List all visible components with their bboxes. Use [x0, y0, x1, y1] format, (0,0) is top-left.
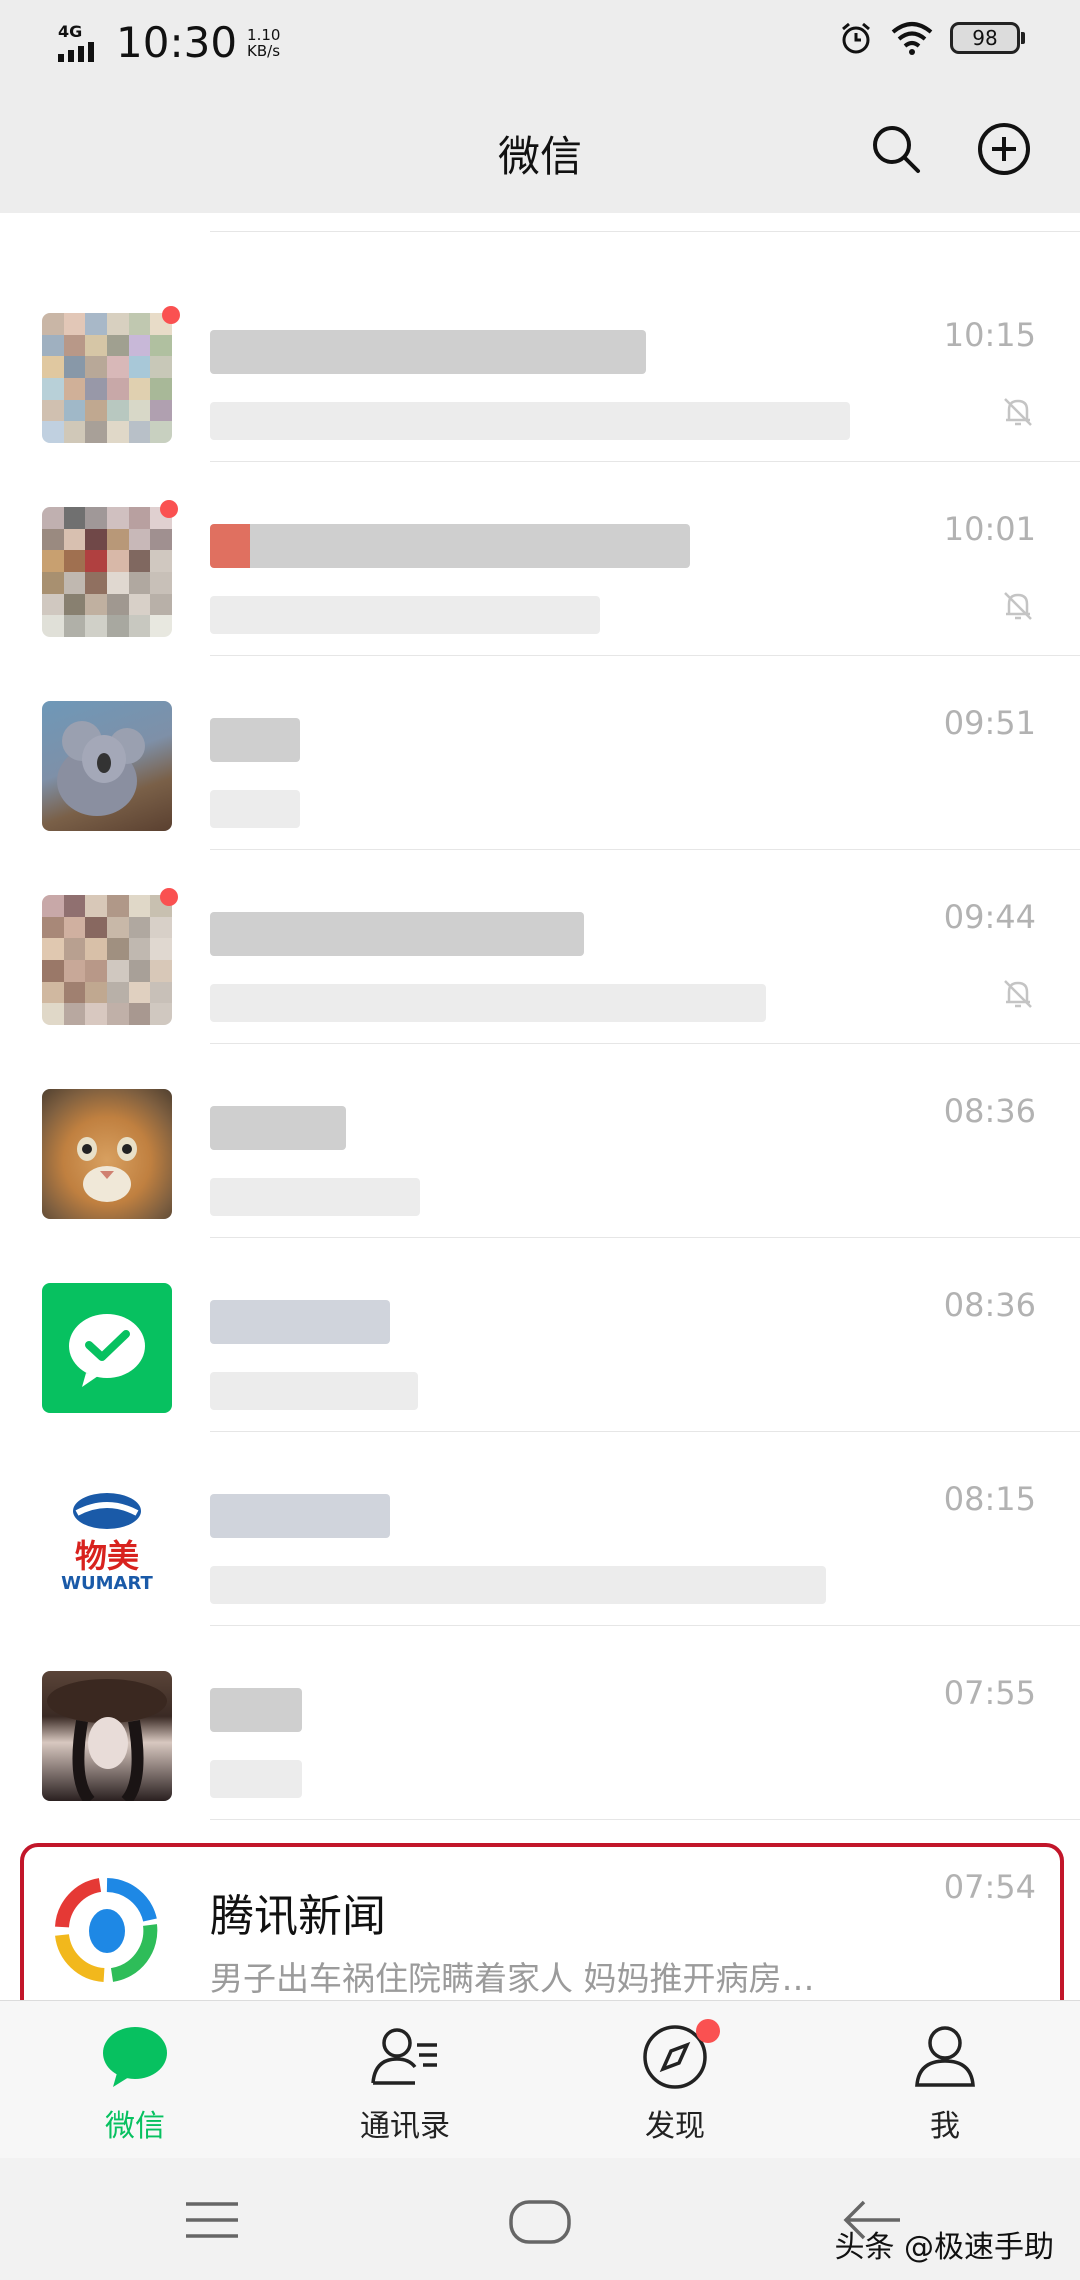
chat-name-redacted — [210, 718, 300, 762]
menu-icon[interactable] — [184, 2198, 240, 2242]
unread-dot — [160, 500, 178, 518]
chat-name-redacted — [210, 330, 646, 374]
tab-discover[interactable]: 发现 — [540, 2001, 810, 2159]
chat-time: 09:44 — [943, 898, 1036, 936]
chat-name-redacted — [210, 1494, 390, 1538]
mute-icon — [1004, 980, 1032, 1008]
chat-list[interactable]: 10:15 10:01 09:51 09:44 08:36 08:36 物美 W… — [0, 213, 1080, 2000]
group-avatar — [42, 895, 172, 1025]
speed-value: 1.10 — [247, 25, 281, 44]
cat-avatar — [42, 1089, 172, 1219]
chat-time: 07:55 — [943, 1674, 1036, 1712]
tab-label: 我 — [930, 2109, 960, 2144]
chat-row[interactable]: 08:36 — [0, 1238, 1080, 1432]
app-header: 微信 — [0, 85, 1080, 213]
contacts-icon — [371, 2028, 437, 2085]
network-speed: 1.10 KB/s — [247, 27, 280, 59]
signal-icon: 4G — [58, 22, 106, 64]
bottom-tab-bar: 微信 通讯录 发现 我 — [0, 2000, 1080, 2159]
wumart-avatar: 物美 WUMART — [42, 1477, 172, 1607]
home-icon[interactable] — [508, 2198, 572, 2246]
chat-time: 10:01 — [943, 510, 1036, 548]
chat-bubble-icon — [103, 2027, 167, 2087]
chat-time: 08:15 — [943, 1480, 1036, 1518]
tab-label: 微信 — [105, 2109, 165, 2144]
koala-avatar — [42, 701, 172, 831]
chat-row[interactable]: 08:36 — [0, 1044, 1080, 1238]
person-icon — [915, 2026, 975, 2087]
group-avatar — [42, 507, 172, 637]
chat-row[interactable]: 07:55 — [0, 1626, 1080, 1820]
status-left: 4G 10:30 1.10 KB/s — [58, 18, 280, 67]
chat-row[interactable]: 09:44 — [0, 850, 1080, 1044]
chat-row[interactable]: 09:51 — [0, 656, 1080, 850]
search-icon[interactable] — [868, 121, 924, 177]
chat-name-redacted — [210, 912, 584, 956]
chat-preview-redacted — [210, 1760, 302, 1798]
chat-preview-redacted — [210, 984, 766, 1022]
chat-time: 08:36 — [943, 1286, 1036, 1324]
chat-name-redacted — [210, 1688, 302, 1732]
tab-me[interactable]: 我 — [810, 2001, 1080, 2159]
unread-dot — [162, 306, 180, 324]
tab-chats[interactable]: 微信 — [0, 2001, 270, 2159]
unread-dot — [160, 888, 178, 906]
chat-row[interactable] — [0, 213, 1080, 232]
wifi-icon — [891, 22, 933, 55]
chat-time: 10:15 — [943, 316, 1036, 354]
chat-preview-redacted — [210, 402, 850, 440]
chat-name-redacted — [210, 1300, 390, 1344]
tab-label: 通讯录 — [360, 2109, 450, 2144]
battery-icon: 98 — [950, 22, 1025, 54]
chat-time: 09:51 — [943, 704, 1036, 742]
mute-icon — [1004, 592, 1032, 620]
wumart-logo-en: WUMART — [61, 1573, 153, 1594]
chat-preview-redacted — [210, 790, 300, 828]
mute-icon — [1004, 398, 1032, 426]
wumart-logo-cn: 物美 — [75, 1537, 139, 1575]
tab-contacts[interactable]: 通讯录 — [270, 2001, 540, 2159]
chat-row[interactable]: 物美 WUMART 08:15 — [0, 1432, 1080, 1626]
add-icon[interactable] — [976, 121, 1032, 177]
chat-preview-redacted — [210, 1178, 420, 1216]
alarm-icon — [842, 22, 870, 54]
woman-avatar — [42, 1671, 172, 1801]
chat-name-redacted — [210, 524, 690, 568]
chat-preview-redacted — [210, 596, 600, 634]
group-avatar — [42, 313, 172, 443]
status-bar: 4G 10:30 1.10 KB/s 98 — [0, 0, 1080, 85]
chat-row[interactable]: 10:01 — [0, 462, 1080, 656]
highlight-box — [20, 1843, 1064, 2000]
chat-time: 08:36 — [943, 1092, 1036, 1130]
chat-preview-redacted — [210, 1566, 826, 1604]
chat-row[interactable]: 10:15 — [0, 268, 1080, 462]
network-type: 4G — [58, 21, 83, 41]
tab-label: 发现 — [645, 2109, 705, 2144]
clock: 10:30 — [116, 18, 238, 67]
tab-badge — [696, 2019, 720, 2043]
chat-name-redacted — [210, 1106, 346, 1150]
speed-unit: KB/s — [247, 41, 281, 60]
chat-preview-redacted — [210, 1372, 418, 1410]
watermark: 头条 @极速手助 — [834, 2230, 1054, 2265]
status-right: 98 — [838, 20, 1025, 56]
wechat-pay-avatar — [42, 1283, 172, 1413]
